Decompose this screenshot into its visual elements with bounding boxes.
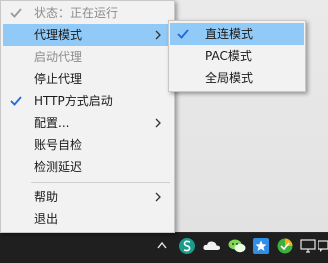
submenu-item-label: 全局模式 (205, 71, 254, 85)
menu-item-label: 配置... (34, 116, 70, 130)
proxy-mode-submenu: 直连模式 PAC模式 全局模式 (168, 20, 306, 92)
menu-item-proxy-mode[interactable]: 代理模式 (3, 24, 172, 46)
chevron-right-icon (155, 192, 161, 202)
menu-item-stop-proxy[interactable]: 停止代理 (3, 68, 172, 90)
submenu-item-direct[interactable]: 直连模式 (170, 23, 304, 45)
menu-item-label: 账号自检 (34, 138, 83, 152)
menu-item-label: 帮助 (34, 190, 59, 204)
submenu-item-label: PAC模式 (205, 49, 252, 63)
menu-item-label: 停止代理 (34, 72, 83, 86)
menu-item-latency-test[interactable]: 检测延迟 (3, 156, 172, 178)
menu-item-help[interactable]: 帮助 (3, 186, 172, 208)
menu-item-label: 代理模式 (34, 28, 83, 42)
check-icon (177, 29, 189, 39)
menu-item-http-start[interactable]: HTTP方式启动 (3, 90, 172, 112)
menu-item-label: 启动代理 (34, 50, 83, 64)
star-icon[interactable] (252, 234, 270, 258)
check-icon (10, 96, 22, 106)
menu-item-status: 状态：正在运行 (3, 2, 172, 24)
submenu-item-global[interactable]: 全局模式 (170, 67, 304, 89)
chat-icon[interactable] (318, 234, 328, 258)
menu-item-account-check[interactable]: 账号自检 (3, 134, 172, 156)
chevron-right-icon (155, 30, 161, 40)
chevron-right-icon (155, 118, 161, 128)
menu-item-exit[interactable]: 退出 (3, 208, 172, 230)
security-icon[interactable] (276, 234, 294, 258)
menu-separator (31, 182, 170, 183)
menu-item-label: 退出 (34, 212, 59, 226)
menu-item-label: 状态：正在运行 (34, 6, 119, 20)
tray-context-menu: 状态：正在运行 代理模式 启动代理 停止代理 HTTP方式启动 配置... 账号… (0, 0, 175, 233)
submenu-item-label: 直连模式 (205, 27, 254, 41)
monitor-icon[interactable] (300, 234, 316, 258)
cloud-icon[interactable] (202, 234, 222, 258)
wechat-icon[interactable] (227, 234, 247, 258)
menu-item-start-proxy: 启动代理 (3, 46, 172, 68)
app-s-icon[interactable] (178, 234, 196, 258)
chevron-up-icon[interactable] (155, 234, 169, 258)
submenu-item-pac[interactable]: PAC模式 (170, 45, 304, 67)
menu-item-label: HTTP方式启动 (34, 94, 113, 108)
menu-item-config[interactable]: 配置... (3, 112, 172, 134)
check-icon (10, 8, 22, 18)
menu-item-label: 检测延迟 (34, 160, 83, 174)
